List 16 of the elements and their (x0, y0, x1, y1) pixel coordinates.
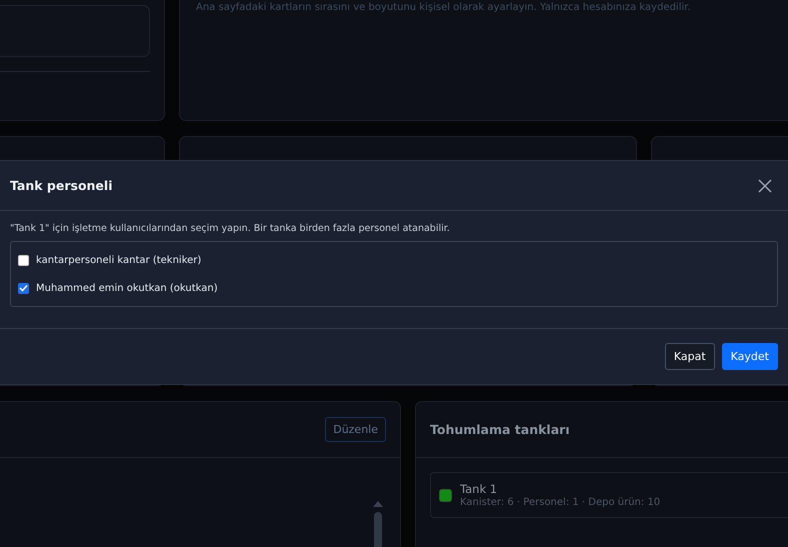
user-label: kantarpersoneli kantar (tekniker) (36, 254, 202, 266)
tank-name: Tank 1 (460, 482, 498, 496)
save-button[interactable]: Kaydet (722, 343, 778, 370)
scrollbar-thumb[interactable] (374, 512, 382, 547)
card-description: Ana sayfadaki kartların sırasını ve boyutunu kişisel olarak ayarlayın. Yalnızca hesabınıza kaydedilir. (196, 2, 692, 13)
close-button[interactable]: Kapat (664, 343, 715, 370)
checkbox[interactable] (18, 254, 29, 266)
close-icon[interactable] (758, 178, 772, 192)
user-label: Muhammed emin okutkan (okutkan) (36, 282, 218, 294)
modal-description: "Tank 1" için işletme kullanıcılarından seçim yapın. Bir tanka birden fazla personel atanabilir. (10, 223, 451, 234)
edit-button[interactable]: Düzenle (325, 417, 386, 442)
card-title: Tohumlama tankları (430, 422, 570, 437)
tank-item[interactable]: Tank 1 Kanister: 6 · Personel: 1 · Depo ürün: 10 (430, 472, 788, 518)
checkbox[interactable] (18, 282, 29, 294)
tank-details: Kanister: 6 · Personel: 1 · Depo ürün: 10 (460, 497, 660, 508)
modal-title: Tank personeli (10, 178, 112, 193)
